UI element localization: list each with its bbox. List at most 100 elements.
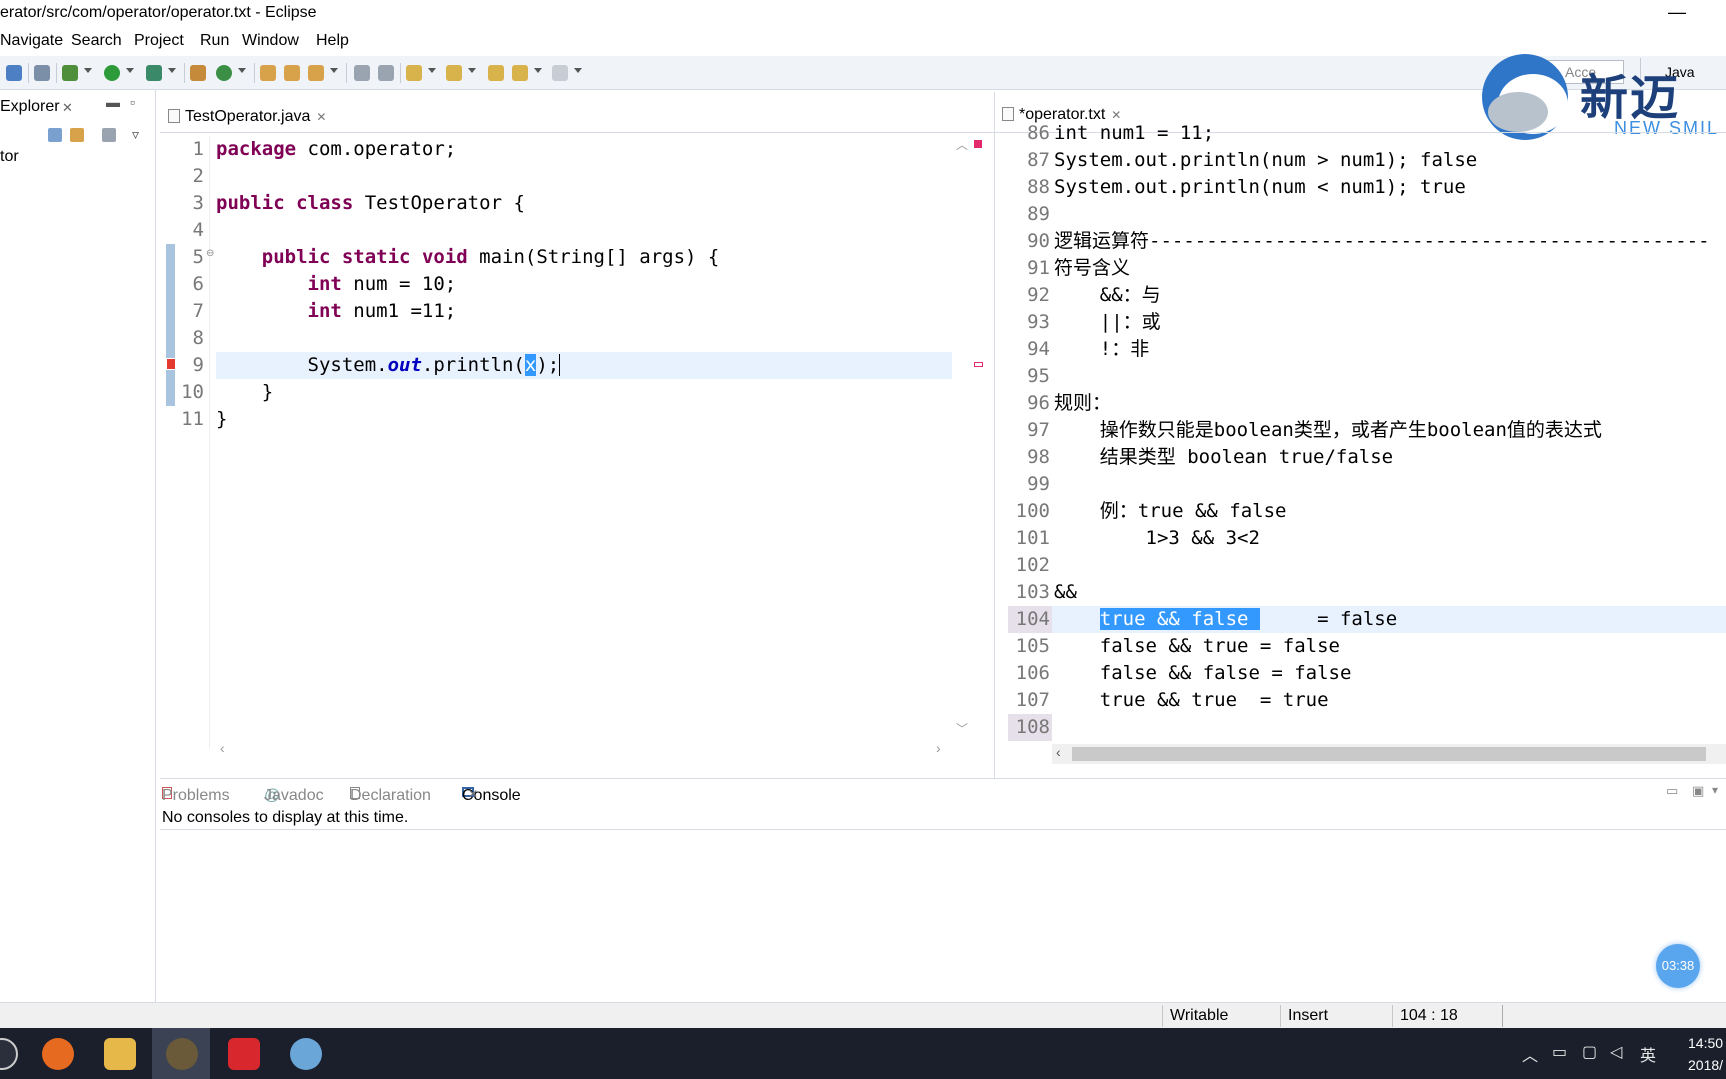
text-line: 逻辑运算符-----------------------------------… [1054, 230, 1710, 252]
minimize-button[interactable]: — [1663, 0, 1691, 28]
line-number: 4 [192, 219, 204, 241]
skip-breakpoints-icon[interactable] [34, 65, 50, 81]
file-explorer-icon[interactable] [104, 1038, 136, 1070]
text-line: System.out.println(num > num1); false [1054, 149, 1478, 171]
line-number: 90 [1027, 230, 1050, 252]
last-edit-icon[interactable] [488, 65, 504, 81]
menu-project[interactable]: Project [134, 32, 184, 50]
line-number: 97 [1027, 419, 1050, 441]
focus-task-icon[interactable] [102, 128, 116, 142]
close-icon[interactable]: ✕ [316, 110, 326, 124]
close-icon[interactable]: ✕ [468, 787, 478, 801]
horizontal-scrollbar[interactable]: ‹ [1052, 744, 1726, 764]
text-line: false && false = false [1054, 662, 1352, 684]
close-icon[interactable]: ✕ [62, 100, 73, 116]
error-marker-icon[interactable] [166, 358, 176, 370]
open-type-icon[interactable] [260, 65, 276, 81]
view-menu-icon[interactable]: ▾ [1712, 783, 1718, 797]
line-number: 94 [1027, 338, 1050, 360]
vertical-scrollbar[interactable]: ︿ ﹀ [952, 136, 972, 740]
open-console-icon[interactable]: ▭ [1666, 783, 1678, 799]
package-explorer: Explorer ✕ ▬ ▫ ▿ tor [0, 90, 156, 1002]
line-number: 8 [192, 327, 204, 349]
previous-annotation-icon[interactable] [446, 65, 462, 81]
new-icon[interactable] [6, 65, 22, 81]
line-number: 102 [1015, 554, 1050, 576]
text-line-rest: = false [1259, 608, 1398, 630]
window-title: erator/src/com/operator/operator.txt - E… [0, 4, 317, 21]
xmind-icon[interactable] [228, 1038, 260, 1070]
text-line: 结果类型 boolean true/false [1054, 446, 1394, 468]
code-line: int num = 10; [307, 273, 457, 295]
paint-icon[interactable] [290, 1038, 322, 1070]
toggle-mark-occurrences-icon[interactable] [354, 65, 370, 81]
text-content[interactable]: int num1 = 11; System.out.println(num > … [1054, 120, 1726, 742]
fold-icon[interactable]: ⊖ [206, 248, 214, 259]
eclipse-icon[interactable] [166, 1038, 198, 1070]
java-code[interactable]: package com.operator; public class TestO… [216, 136, 992, 746]
firefox-icon[interactable] [42, 1038, 74, 1070]
link-editor-icon[interactable] [70, 128, 84, 142]
forward-icon[interactable] [552, 65, 568, 81]
text-line: System.out.println(num < num1); true [1054, 176, 1466, 198]
line-number: 95 [1027, 365, 1050, 387]
collapse-all-icon[interactable] [48, 128, 62, 142]
text-line: 1>3 && 3<2 [1054, 527, 1260, 549]
new-java-package-icon[interactable] [190, 65, 206, 81]
clock[interactable]: 14:50 2018/ [1688, 1032, 1723, 1076]
tab-testoperator-java[interactable]: TestOperator.java ✕ [168, 106, 327, 132]
console-message: No consoles to display at this time. [162, 809, 409, 826]
open-task-icon[interactable] [284, 65, 300, 81]
console-view: Problems @ Javadoc Declaration Console ✕ ▭… [160, 778, 1726, 1002]
recording-timer: 03:38 [1656, 944, 1700, 988]
new-java-class-icon[interactable] [216, 65, 232, 81]
chevron-up-icon[interactable]: ︿ [1522, 1042, 1538, 1066]
back-icon[interactable] [512, 65, 528, 81]
line-number: 98 [1027, 446, 1050, 468]
line-number: 91 [1027, 257, 1050, 279]
external-tools-icon[interactable] [146, 65, 162, 81]
menu-window[interactable]: Window [242, 32, 299, 50]
toolbar [0, 56, 1726, 90]
horizontal-scrollbar[interactable]: ‹ › [212, 740, 952, 760]
clock-time: 14:50 [1688, 1035, 1724, 1051]
next-annotation-icon[interactable] [406, 65, 422, 81]
line-number: 1 [192, 138, 204, 160]
show-whitespace-icon[interactable] [378, 65, 394, 81]
title-bar: erator/src/com/operator/operator.txt - E… [0, 0, 1726, 30]
volume-icon[interactable]: ◁ [1610, 1042, 1622, 1062]
menu-search[interactable]: Search [71, 32, 122, 50]
menu-help[interactable]: Help [316, 32, 349, 50]
debug-icon[interactable] [62, 65, 78, 81]
error-overview-marker[interactable] [974, 140, 982, 148]
selected-text: true && false [1099, 608, 1260, 630]
line-number: 2 [192, 165, 204, 187]
maximize-view-icon[interactable]: ▫ [130, 94, 135, 110]
code-line: package com.operator; [216, 138, 457, 160]
line-number: 88 [1027, 176, 1050, 198]
project-tree-item[interactable]: tor [0, 148, 19, 166]
scrollbar-thumb[interactable] [1072, 747, 1706, 761]
start-icon[interactable] [0, 1038, 18, 1070]
battery-icon[interactable]: ▭ [1552, 1042, 1567, 1062]
network-icon[interactable]: ▢ [1582, 1042, 1597, 1062]
line-number: 6 [192, 273, 204, 295]
search-icon[interactable] [308, 65, 324, 81]
text-line: 规则： [1054, 392, 1112, 414]
code-line: int num1 =11; [307, 300, 457, 322]
text-line: && [1054, 581, 1077, 603]
text-line: false && true = false [1054, 635, 1340, 657]
view-menu-icon[interactable]: ▿ [132, 126, 139, 143]
text-file-icon [1002, 107, 1014, 121]
line-number: 107 [1015, 689, 1050, 711]
run-icon[interactable] [104, 65, 120, 81]
display-console-icon[interactable]: ▣ [1692, 783, 1704, 799]
menu-run[interactable]: Run [200, 32, 229, 50]
ime-indicator[interactable]: 英 [1640, 1042, 1656, 1066]
minimize-view-icon[interactable]: ▬ [106, 94, 120, 110]
occurrence-marker[interactable] [974, 362, 983, 367]
code-line: } [216, 381, 274, 403]
explorer-tab[interactable]: Explorer [0, 98, 60, 116]
menu-navigate[interactable]: Navigate [0, 32, 63, 50]
text-line: 符号含义 [1054, 257, 1131, 279]
